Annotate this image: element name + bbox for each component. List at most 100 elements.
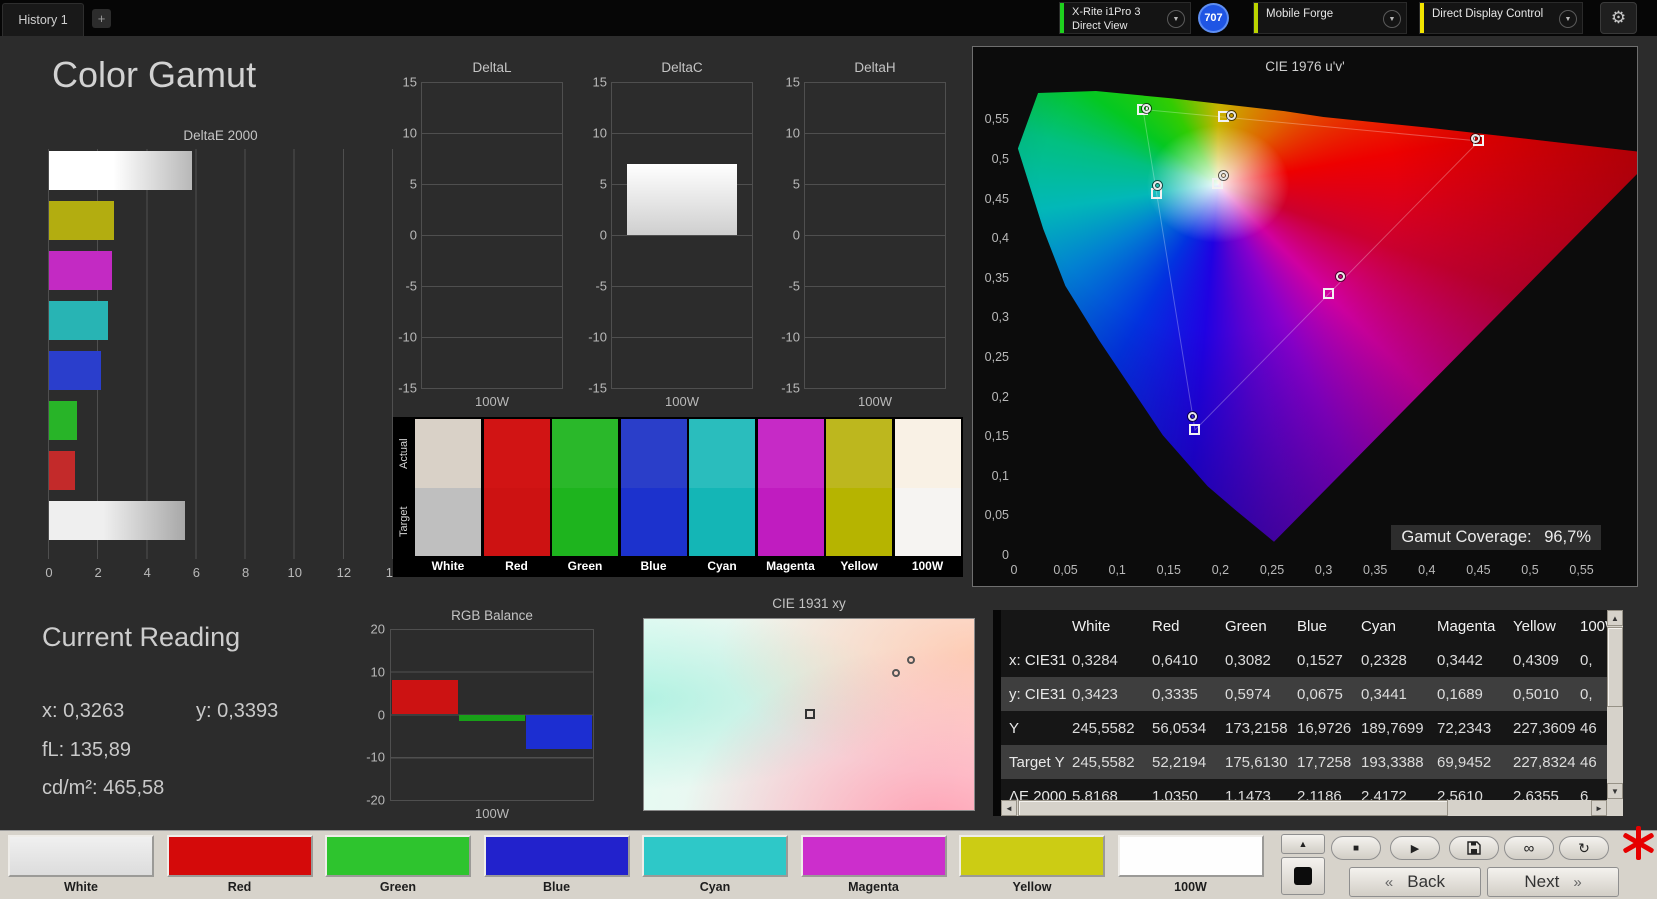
back-button[interactable]: « Back <box>1349 867 1481 897</box>
x-tick-label: 0,2 <box>1211 563 1230 577</box>
plot-area <box>611 82 753 389</box>
y-tick-label: 10 <box>370 664 385 680</box>
play-button[interactable]: ▶ <box>1390 836 1440 860</box>
target-row-label: Target <box>398 506 410 538</box>
chart-title: DeltaC <box>661 60 703 75</box>
workflow-dropdown[interactable]: Direct Display Control ▼ <box>1419 2 1583 34</box>
actual-row-label: Actual <box>398 438 410 469</box>
pattern-label: Blue <box>542 880 571 894</box>
x-tick-label: 0,1 <box>1108 563 1126 577</box>
deltah-chart: DeltaH 15 10 5 0 -5 -10 -15 100W <box>768 60 948 410</box>
column-header: Blue <box>1297 618 1328 635</box>
swatch-white: White <box>415 419 481 575</box>
next-button[interactable]: Next » <box>1487 867 1619 897</box>
pattern-label: Magenta <box>848 880 899 894</box>
y-tick-label: 0 <box>792 227 800 243</box>
row-label: Target Y <box>1009 753 1065 771</box>
back-label: Back <box>1407 872 1446 891</box>
top-bar: History 1 + X-Rite i1Pro 3 Direct View ▼… <box>0 0 1657 36</box>
vertical-scrollbar[interactable]: ▲ ▼ <box>1607 610 1623 816</box>
table-cell: 173,2158 <box>1225 719 1288 737</box>
row-label: y: CIE31 <box>1009 685 1067 703</box>
row-label: ΔE 2000 <box>1009 787 1067 801</box>
source-dropdown[interactable]: Mobile Forge ▼ <box>1253 2 1407 34</box>
swatch-yellow: Yellow <box>826 419 892 575</box>
cie-1931-diagram: CIE 1931 xy <box>643 596 975 812</box>
x-tick-label: 0,4 <box>1418 563 1436 577</box>
table-cell: 2,6355 <box>1513 787 1559 801</box>
x-tick-label: 4 <box>143 565 151 580</box>
pattern-up-button[interactable]: ▲ <box>1281 834 1325 854</box>
y-tick-label: -10 <box>398 329 417 345</box>
chart-title: CIE 1976 u'v' <box>1265 59 1345 74</box>
arrow-left-icon: ◄ <box>1005 803 1013 813</box>
deltae2000-plot-area <box>48 149 393 559</box>
pattern-button-yellow[interactable] <box>959 835 1105 877</box>
y-tick-label: 0 <box>377 707 385 722</box>
target-marker-magenta <box>1322 287 1334 299</box>
deltae2000-chart: DeltaE 2000 02468101214 <box>45 128 400 590</box>
row-label: x: CIE31 <box>1009 651 1067 669</box>
vertical-scroll-thumb[interactable] <box>1607 627 1623 707</box>
chevron-down-icon[interactable]: ▼ <box>1559 10 1577 28</box>
add-tab-button[interactable]: + <box>92 9 111 28</box>
y-axis: 20 10 0 -10 -20 <box>352 622 385 808</box>
pattern-button-green[interactable] <box>325 835 471 877</box>
table-cell: 46 <box>1580 719 1597 737</box>
y-axis: 15 10 5 0 -5 -10 -15 <box>385 75 417 396</box>
save-icon <box>1467 841 1481 855</box>
scroll-down-button[interactable]: ▼ <box>1607 783 1623 799</box>
scroll-right-button[interactable]: ► <box>1591 800 1607 816</box>
tab-history-1[interactable]: History 1 <box>2 3 84 36</box>
y-tick-label: -20 <box>366 792 385 808</box>
column-header: 100W <box>1580 618 1607 635</box>
horizontal-scrollbar[interactable]: ◄ ► <box>1001 800 1607 816</box>
y-tick-label: -5 <box>405 278 417 294</box>
stop-button[interactable]: ■ <box>1331 836 1381 860</box>
x-tick-label: 0,15 <box>1156 563 1181 577</box>
table-cell: 1,0350 <box>1152 787 1198 801</box>
horizontal-scroll-thumb[interactable] <box>1018 800 1448 816</box>
chevron-down-icon[interactable]: ▼ <box>1167 10 1185 28</box>
delta-bar <box>627 163 737 235</box>
pattern-button-cyan[interactable] <box>642 835 788 877</box>
swatch-target <box>689 488 755 556</box>
continuous-read-button[interactable]: ∞ <box>1504 836 1554 860</box>
meter-dropdown[interactable]: X-Rite i1Pro 3 Direct View ▼ <box>1059 2 1191 34</box>
save-button[interactable] <box>1449 836 1499 860</box>
reading-y: y: 0,3393 <box>196 700 279 722</box>
scroll-up-button[interactable]: ▲ <box>1607 610 1623 626</box>
y-tick-label: 0,5 <box>991 152 1009 166</box>
y-tick-label: 15 <box>785 74 800 90</box>
pattern-button-red[interactable] <box>166 835 313 877</box>
pattern-button-100w[interactable] <box>1117 835 1264 877</box>
y-tick-label: -10 <box>366 749 385 765</box>
plot-area <box>390 629 594 801</box>
y-tick-label: 20 <box>370 621 385 637</box>
swatch-actual <box>415 419 481 488</box>
chevron-down-icon[interactable]: ▼ <box>1383 10 1401 28</box>
rgb-bar-green <box>459 714 525 721</box>
pattern-button-blue[interactable] <box>483 835 630 877</box>
table-cell: 17,7258 <box>1297 753 1352 771</box>
pattern-button-magenta[interactable] <box>800 835 947 877</box>
y-tick-label: 10 <box>785 125 800 141</box>
x-tick-label: 0,35 <box>1363 563 1388 577</box>
swatch-actual <box>552 419 618 488</box>
x-tick-label: 0 <box>45 565 53 580</box>
swatch-target <box>483 488 550 556</box>
deltae-bar-yellow <box>49 201 114 240</box>
target-marker-blue <box>1189 423 1200 435</box>
scroll-left-button[interactable]: ◄ <box>1001 800 1017 816</box>
swatch-label: White <box>415 556 481 575</box>
pattern-button-white[interactable] <box>8 835 154 877</box>
refresh-button[interactable]: ↻ <box>1559 836 1609 860</box>
pattern-label: 100W <box>1174 880 1207 894</box>
swatch-label: Blue <box>620 556 687 575</box>
y-tick-label: 5 <box>599 176 607 192</box>
deltae-bar-cyan <box>49 301 109 340</box>
swatch-green: Green <box>552 419 618 575</box>
settings-button[interactable]: ⚙ <box>1600 2 1637 34</box>
y-tick-label: 15 <box>592 74 607 90</box>
pattern-window-button[interactable] <box>1281 857 1325 895</box>
